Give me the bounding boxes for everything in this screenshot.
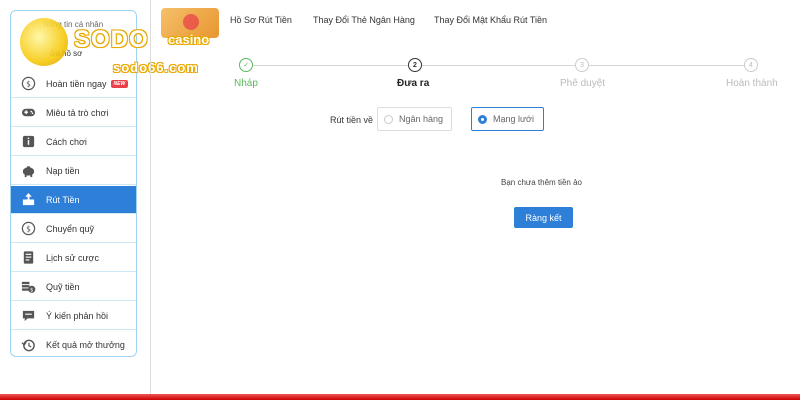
sidebar-item-label: Hoàn tiền ngay [46,78,107,89]
piggy-bank-icon [19,162,37,180]
option-network[interactable]: Mạng lưới [471,107,544,131]
sidebar-item-results[interactable]: Kết quả mở thưởng [11,331,136,356]
option-bank[interactable]: Ngân hàng [377,107,452,131]
step-4-number: 4 [744,58,758,72]
edit-profile-link[interactable]: ửa hồ sơ [50,49,82,58]
bottom-bar [0,394,800,400]
cashback-icon: $ [19,75,37,93]
clock-history-icon [19,336,37,354]
sidebar-item-label: Miêu tả trò chơi [46,107,109,118]
svg-text:$: $ [30,287,33,293]
info-icon [19,133,37,151]
chat-icon [19,307,37,325]
option-label: Ngân hàng [399,114,444,124]
sidebar-item-label: Chuyển quỹ [46,223,95,234]
coins-icon: $ [19,278,37,296]
transfer-icon: $ [19,220,37,238]
step-connector [422,65,575,66]
tab-change-bank-card[interactable]: Thay Đổi Thẻ Ngân Hàng [313,15,415,25]
sidebar-item-transfer[interactable]: $ Chuyển quỹ [11,215,136,243]
sidebar-item-label: Nạp tiền [46,165,80,176]
sidebar-item-how-to-play[interactable]: Cách chơi [11,128,136,156]
no-crypto-notice: Bạn chưa thêm tiền ảo [501,178,582,187]
option-label: Mạng lưới [493,114,534,124]
step-2-label: Đưa ra [397,78,430,89]
step-connector [253,65,408,66]
sidebar-item-label: Quỹ tiền [46,281,80,292]
avatar [161,8,219,38]
tab-change-withdraw-password[interactable]: Thay Đổi Mật Khẩu Rút Tiền [434,15,547,25]
sidebar-item-cashback[interactable]: $ Hoàn tiền ngay NEW [11,70,136,98]
sidebar-item-game-description[interactable]: Miêu tả trò chơi [11,99,136,127]
step-connector [589,65,744,66]
step-2-number: 2 [408,58,422,72]
history-doc-icon [19,249,37,267]
bind-button[interactable]: Ràng kết [514,207,573,228]
svg-text:$: $ [26,79,31,88]
withdraw-icon [19,191,37,209]
step-3-number: 3 [575,58,589,72]
sidebar-item-label: Kết quả mở thưởng [46,340,125,350]
sidebar-item-label: Rút Tiền [46,194,80,205]
radio-unselected-icon[interactable] [384,114,393,124]
gamepad-icon [19,104,37,122]
tab-withdraw-profile[interactable]: Hồ Sơ Rút Tiền [230,15,292,25]
sidebar-item-label: Ý kiến phản hồi [46,310,109,321]
sidebar: $ Hoàn tiền ngay NEW Miêu tả trò chơi Cá… [10,10,137,357]
sidebar-item-funds[interactable]: $ Quỹ tiền [11,273,136,301]
new-badge: NEW [110,79,129,88]
withdraw-to-label: Rút tiền về [330,115,374,125]
sidebar-item-deposit[interactable]: Nạp tiền [11,157,136,185]
radio-selected-icon[interactable] [478,114,487,124]
sidebar-item-withdraw[interactable]: Rút Tiền [11,186,136,214]
step-1-label: Nháp [234,78,258,89]
step-4-label: Hoàn thành [726,78,778,89]
profile-header-text: hông tin cá nhân [44,20,104,29]
sidebar-item-bet-history[interactable]: Lịch sử cược [11,244,136,272]
sidebar-item-feedback[interactable]: Ý kiến phản hồi [11,302,136,330]
svg-text:$: $ [26,224,31,233]
step-3-label: Phê duyệt [560,78,606,89]
content-divider [150,0,151,400]
step-1-check-icon: ✓ [239,58,253,72]
sidebar-item-label: Lịch sử cược [46,252,99,263]
sidebar-item-label: Cách chơi [46,136,87,147]
